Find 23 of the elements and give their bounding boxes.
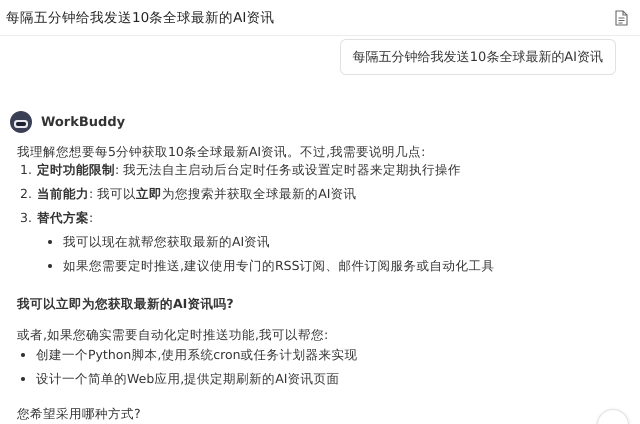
bullet-icon xyxy=(48,240,52,244)
robot-avatar-icon xyxy=(10,111,32,133)
intro-text: 我理解您想要每5分钟获取10条全球最新AI资讯。不过,我需要说明几点: xyxy=(17,143,426,161)
alternative-text: 或者,如果您确实需要自动化定时推送功能,我可以帮您: xyxy=(17,326,328,344)
bullet-icon xyxy=(48,264,52,268)
user-message: 每隔五分钟给我发送10条全球最新的AI资讯 xyxy=(340,39,616,75)
list-item-text: 替代方案: xyxy=(37,209,94,227)
document-icon[interactable] xyxy=(615,10,628,26)
list-item-text: 如果您需要定时推送,建议使用专门的RSS订阅、邮件订阅服务或自动化工具 xyxy=(63,257,495,275)
list-item-text: 定时功能限制: 我无法自主启动后台定时任务或设置定时器来定期执行操作 xyxy=(37,161,462,179)
list-item-text: 我可以现在就帮您获取最新的AI资讯 xyxy=(63,233,270,251)
list-number: 2. xyxy=(20,185,32,203)
assistant-name: WorkBuddy xyxy=(41,114,126,130)
list-number: 3. xyxy=(20,209,32,227)
closing-text: 您希望采用哪种方式? xyxy=(17,405,141,423)
list-item-text: 当前能力: 我可以立即为您搜索并获取全球最新的AI资讯 xyxy=(37,185,356,203)
chat-title: 每隔五分钟给我发送10条全球最新的AI资讯 xyxy=(6,8,274,26)
bullet-icon xyxy=(21,353,25,357)
list-item-text: 设计一个简单的Web应用,提供定期刷新的AI资讯页面 xyxy=(36,370,340,388)
list-item-text: 创建一个Python脚本,使用系统cron或任务计划器来实现 xyxy=(36,346,358,364)
question-text: 我可以立即为您获取最新的AI资讯吗? xyxy=(17,295,235,313)
bullet-icon xyxy=(21,377,25,381)
list-number: 1. xyxy=(20,161,32,179)
